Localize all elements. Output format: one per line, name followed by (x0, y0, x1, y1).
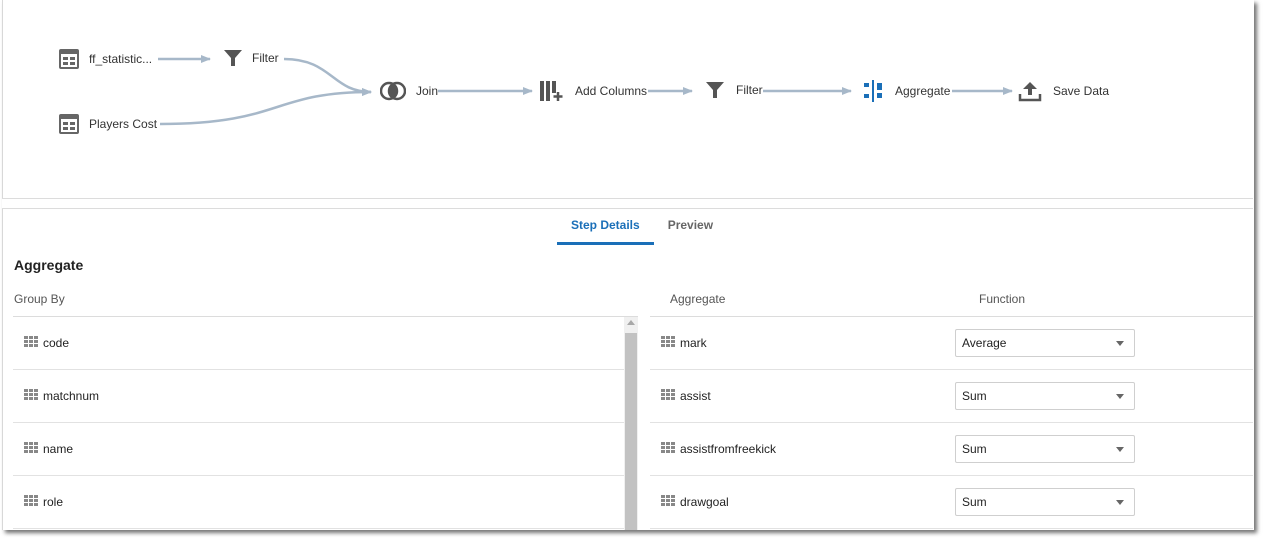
data-flow-diagram: ff_statistic... Filter Players Cost Join… (2, 0, 1253, 199)
flow-node-label: Filter (252, 51, 279, 65)
scrollbar-thumb[interactable] (625, 333, 637, 530)
upload-icon (1018, 80, 1042, 102)
function-value: Sum (962, 495, 987, 509)
flow-node-label: Join (416, 84, 439, 98)
group-by-list: code matchnum name role (13, 316, 638, 530)
flow-node-label: Aggregate (895, 84, 951, 98)
function-value: Sum (962, 389, 987, 403)
column-name: role (43, 495, 64, 509)
connector-filter1-join (283, 57, 372, 96)
flow-node-label: Add Columns (575, 84, 648, 98)
column-icon (661, 335, 676, 351)
flow-node-label: Save Data (1053, 84, 1110, 98)
flow-node-label: ff_statistic... (89, 52, 153, 66)
function-value: Sum (962, 442, 987, 456)
column-icon (24, 388, 39, 404)
function-header: Function (979, 292, 1026, 306)
column-name: matchnum (43, 389, 100, 403)
function-select[interactable]: Sum (955, 435, 1135, 463)
tab-step-details[interactable]: Step Details (557, 210, 654, 245)
column-icon (24, 494, 39, 510)
detail-tabs: Step Details Preview (557, 210, 727, 245)
column-icon (661, 388, 676, 404)
tab-preview[interactable]: Preview (654, 210, 727, 245)
flow-node-join[interactable]: Join (380, 80, 438, 102)
column-name: assistfromfreekick (680, 442, 777, 456)
column-icon (661, 494, 676, 510)
function-value: Average (962, 336, 1007, 350)
column-icon (661, 441, 676, 457)
aggregate-list: mark Average assist Sum assistfromfreeki… (650, 316, 1253, 530)
group-by-row[interactable]: matchnum (13, 370, 638, 423)
chevron-down-icon (1116, 447, 1124, 452)
group-by-header: Group By (14, 292, 65, 306)
group-by-row[interactable]: code (13, 317, 638, 370)
add-columns-icon (539, 80, 563, 102)
function-select[interactable]: Sum (955, 382, 1135, 410)
column-name: mark (680, 336, 707, 350)
flow-node-src1[interactable]: ff_statistic... (59, 49, 152, 69)
column-name: drawgoal (680, 495, 729, 509)
aggregate-row: mark Average (650, 317, 1253, 370)
flow-node-src2[interactable]: Players Cost (59, 114, 157, 134)
table-icon (59, 114, 79, 134)
aggregate-row: drawgoal Sum (650, 476, 1253, 529)
flow-node-label: Filter (736, 83, 763, 97)
aggregate-row: assistfromfreekick Sum (650, 423, 1253, 476)
function-select[interactable]: Sum (955, 488, 1135, 516)
chevron-down-icon (1116, 394, 1124, 399)
flow-node-filter1[interactable]: Filter (223, 48, 279, 68)
scroll-up-icon[interactable] (627, 320, 635, 325)
aggregate-row: assist Sum (650, 370, 1253, 423)
flow-node-label: Players Cost (89, 117, 158, 131)
filter-icon (223, 48, 243, 68)
column-icon (24, 441, 39, 457)
column-name: assist (680, 389, 711, 403)
flow-node-add-columns[interactable]: Add Columns (539, 80, 647, 102)
column-name: code (43, 336, 70, 350)
column-name: name (43, 442, 74, 456)
function-select[interactable]: Average (955, 329, 1135, 357)
flow-node-save-data[interactable]: Save Data (1018, 80, 1109, 102)
flow-node-filter2[interactable]: Filter (705, 80, 763, 100)
connector-src2-join (159, 88, 372, 126)
group-by-row[interactable]: name (13, 423, 638, 476)
chevron-down-icon (1116, 500, 1124, 505)
column-icon (24, 335, 39, 351)
chevron-down-icon (1116, 341, 1124, 346)
join-icon (380, 80, 406, 102)
aggregate-icon (862, 80, 884, 102)
group-by-row[interactable]: role (13, 476, 638, 529)
flow-node-aggregate[interactable]: Aggregate (862, 80, 950, 102)
table-icon (59, 49, 79, 69)
panel-divider (2, 199, 1253, 209)
aggregate-header: Aggregate (670, 292, 726, 306)
group-by-scrollbar[interactable] (624, 317, 638, 530)
step-title: Aggregate (14, 257, 84, 273)
filter-icon (705, 80, 725, 100)
